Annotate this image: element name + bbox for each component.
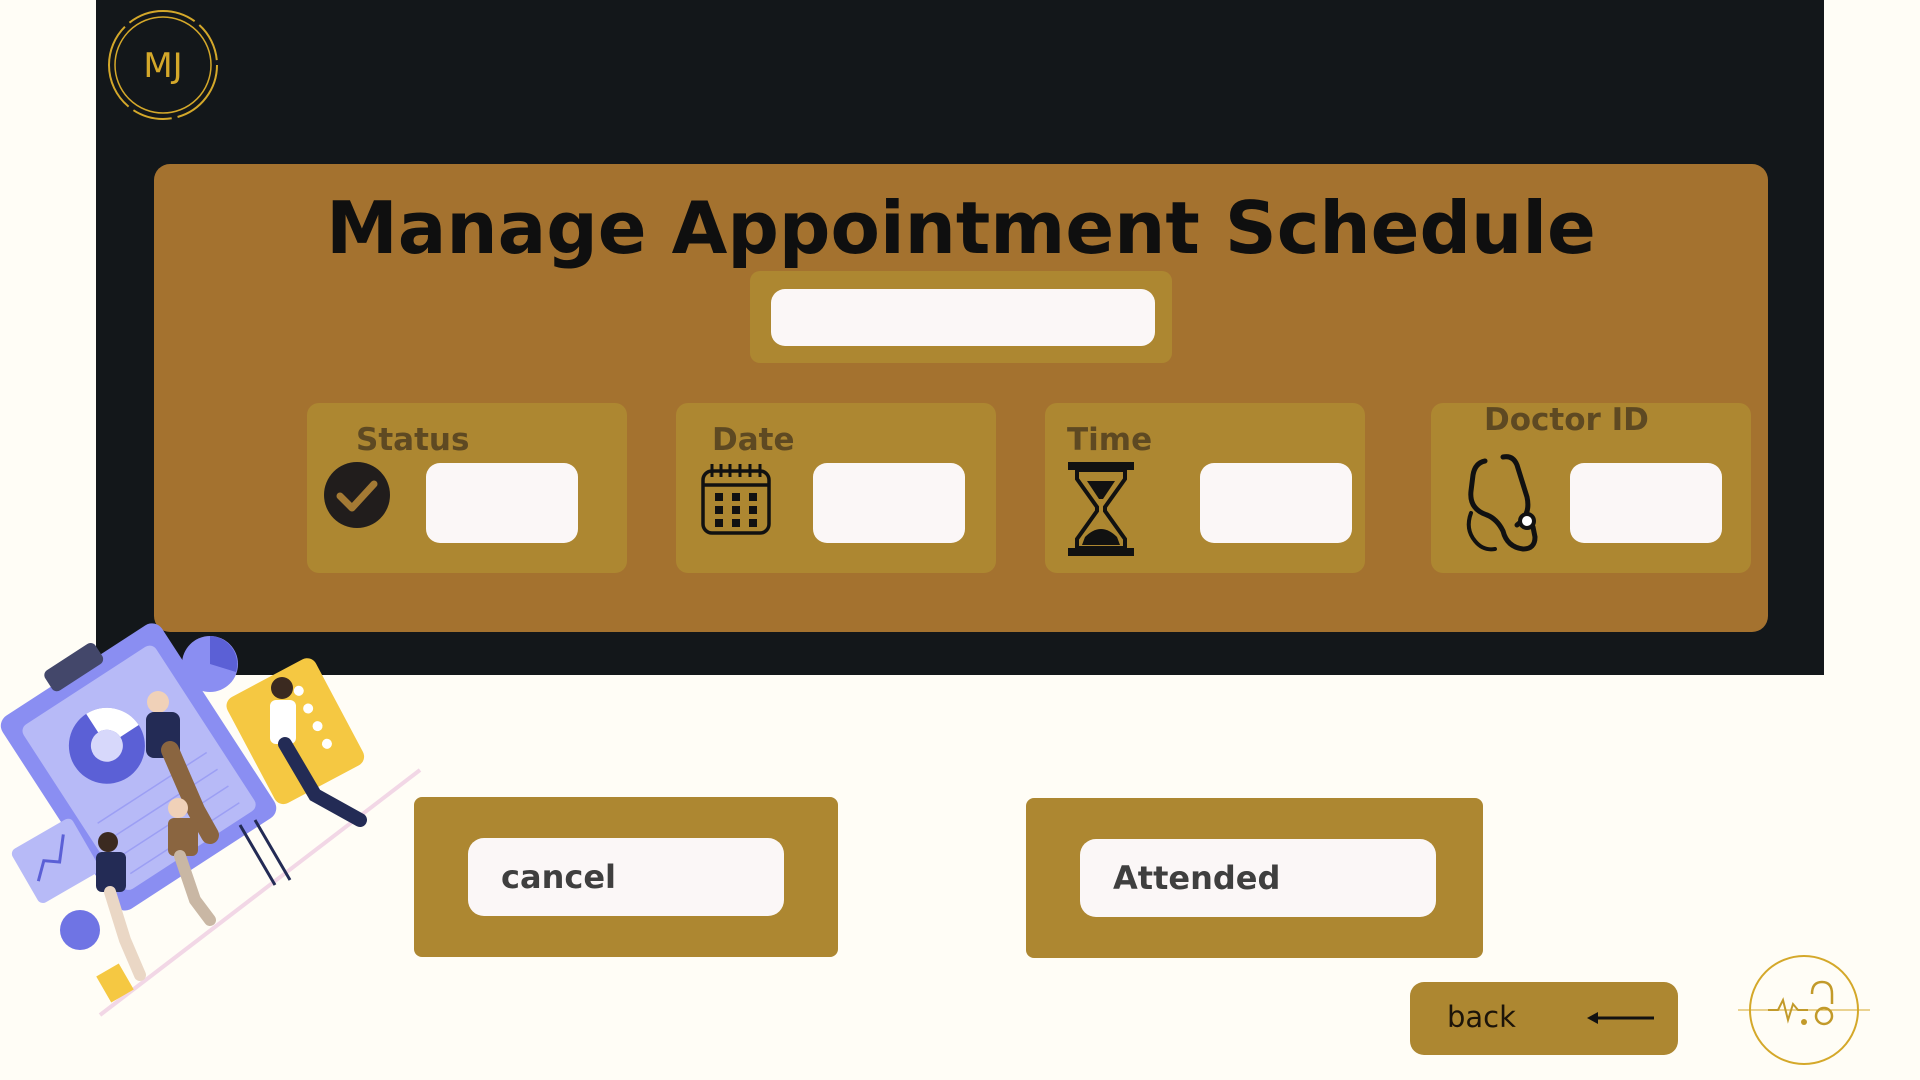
status-label: Status (356, 422, 470, 458)
mj-logo-icon: MJ (108, 10, 218, 120)
stethoscope-icon (1466, 454, 1538, 552)
attended-button[interactable]: Attended (1080, 839, 1436, 917)
page-title: Manage Appointment Schedule (326, 186, 1596, 270)
search-container (750, 271, 1172, 363)
doctor-id-field-card: Doctor ID (1431, 402, 1751, 573)
attended-card: Attended (1026, 798, 1483, 958)
logo-text: MJ (143, 46, 182, 86)
back-label: back (1447, 1000, 1516, 1034)
check-circle-icon (324, 462, 390, 528)
date-input[interactable] (813, 463, 965, 543)
time-field-card: Time (1045, 403, 1365, 573)
time-input[interactable] (1200, 463, 1352, 543)
cancel-button[interactable]: cancel (468, 838, 784, 916)
calendar-icon (701, 464, 771, 535)
arrow-left-icon (1587, 1012, 1654, 1024)
date-field-card: Date (676, 403, 996, 573)
search-input[interactable] (771, 289, 1155, 346)
doctor-id-label: Doctor ID (1484, 402, 1649, 438)
status-field-card: Status (307, 403, 627, 573)
time-label: Time (1067, 422, 1153, 458)
team-dashboard-illustration (0, 623, 422, 1017)
heartbeat-stethoscope-logo-icon (1738, 955, 1870, 1065)
cancel-card: cancel (414, 797, 838, 957)
appointment-card: Manage Appointment Schedule Status Date (154, 164, 1768, 632)
status-input[interactable] (426, 463, 578, 543)
back-button[interactable]: back (1410, 982, 1678, 1055)
hourglass-icon (1068, 462, 1134, 556)
doctor-id-input[interactable] (1570, 463, 1722, 543)
date-label: Date (712, 422, 795, 458)
